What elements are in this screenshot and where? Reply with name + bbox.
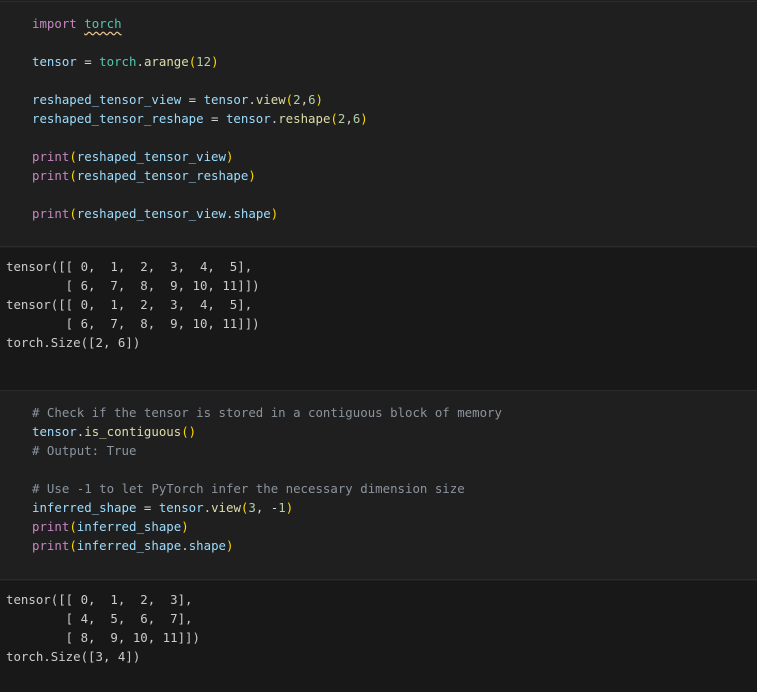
code-token: print <box>32 519 70 534</box>
code-token: import <box>32 16 77 31</box>
code-token: ) <box>211 54 219 69</box>
code-token: 1 <box>278 500 286 515</box>
code-token: = <box>76 54 100 69</box>
code-token: tensor <box>32 54 77 69</box>
code-token: ( <box>69 149 77 164</box>
code-token: . <box>181 538 189 553</box>
output-line: torch.Size([3, 4]) <box>6 649 141 664</box>
code-token: tensor <box>158 500 204 515</box>
code-line: print(inferred_shape) <box>32 517 189 536</box>
code-token: , <box>255 500 271 515</box>
code-token: print <box>32 168 70 183</box>
code-token: inferred_shape <box>32 500 137 515</box>
code-token: . <box>248 92 256 107</box>
code-token: print <box>32 206 70 221</box>
code-token: . <box>136 54 144 69</box>
code-token: print <box>32 538 70 553</box>
code-token: 2 <box>293 92 301 107</box>
code-token: # Check if the tensor is stored in a con… <box>32 405 502 420</box>
code-token: ) <box>360 111 368 126</box>
code-token: , <box>300 92 309 107</box>
code-token: ( <box>69 519 77 534</box>
code-token: ) <box>225 149 234 164</box>
output-line: [ 8, 9, 10, 11]]) <box>6 630 200 645</box>
output-cell-2: tensor([[ 0, 1, 2, 3], [ 4, 5, 6, 7], [ … <box>0 581 757 692</box>
code-token: is_contiguous <box>84 424 182 439</box>
output-line: tensor([[ 0, 1, 2, 3, 4, 5], <box>6 259 253 274</box>
code-token: view <box>211 500 241 515</box>
code-cell-2[interactable]: # Check if the tensor is stored in a con… <box>0 390 757 580</box>
code-token: ( <box>69 206 77 221</box>
code-token: ) <box>248 168 256 183</box>
code-line: reshaped_tensor_reshape = tensor.reshape… <box>32 109 368 128</box>
code-token: # Use -1 to let PyTorch infer the necess… <box>32 481 465 496</box>
code-token: , <box>345 111 353 126</box>
code-token: ) <box>181 519 189 534</box>
code-token: 6 <box>308 92 316 107</box>
code-line: print(reshaped_tensor_view.shape) <box>32 204 278 223</box>
code-token: reshaped_tensor_view <box>76 149 226 164</box>
code-line: # Output: True <box>32 441 136 460</box>
code-token: 12 <box>196 54 212 69</box>
code-line: print(reshaped_tensor_reshape) <box>32 166 256 185</box>
code-token: reshaped_tensor_view <box>32 92 182 107</box>
code-line: import torch <box>32 14 122 33</box>
code-line: # Use -1 to let PyTorch infer the necess… <box>32 479 465 498</box>
code-token: tensor <box>203 92 249 107</box>
code-token: view <box>255 92 286 107</box>
code-cell-1[interactable]: import torch tensor = torch.arange(12) r… <box>0 1 757 247</box>
code-token: = <box>181 92 204 107</box>
output-line: [ 4, 5, 6, 7], <box>6 611 193 626</box>
code-line: reshaped_tensor_view = tensor.view(2,6) <box>32 90 323 109</box>
code-line: tensor.is_contiguous() <box>32 422 196 441</box>
code-token: torch <box>99 54 137 69</box>
code-token: ) <box>285 500 294 515</box>
output-line: tensor([[ 0, 1, 2, 3, 4, 5], <box>6 297 253 312</box>
code-line: print(reshaped_tensor_view) <box>32 147 233 166</box>
code-token: tensor <box>32 424 77 439</box>
code-token: = <box>136 500 159 515</box>
code-token: () <box>181 424 197 439</box>
code-line: inferred_shape = tensor.view(3, -1) <box>32 498 293 517</box>
notebook-page: { "cells": [ { "type": "code", "lines": … <box>0 0 757 692</box>
code-token: ( <box>330 111 338 126</box>
code-line: tensor = torch.arange(12) <box>32 52 219 71</box>
code-token: ( <box>69 168 77 183</box>
output-line: [ 6, 7, 8, 9, 10, 11]]) <box>6 316 260 331</box>
code-token: . <box>203 500 212 515</box>
code-token: ) <box>270 206 279 221</box>
code-line: print(inferred_shape.shape) <box>32 536 233 555</box>
code-token: reshaped_tensor_reshape <box>76 168 249 183</box>
output-line: tensor([[ 0, 1, 2, 3], <box>6 592 193 607</box>
code-line: # Check if the tensor is stored in a con… <box>32 403 502 422</box>
code-token: print <box>32 149 70 164</box>
code-token: ) <box>315 92 324 107</box>
code-token: reshaped_tensor_view <box>76 206 226 221</box>
code-token: ) <box>226 538 234 553</box>
code-token: # Output: True <box>32 443 137 458</box>
code-token: arange <box>143 54 189 69</box>
code-token: tensor <box>225 111 271 126</box>
code-token: inferred_shape <box>76 538 182 553</box>
output-cell-1: tensor([[ 0, 1, 2, 3, 4, 5], [ 6, 7, 8, … <box>0 248 757 390</box>
code-token: = <box>203 111 226 126</box>
code-token: ( <box>69 538 77 553</box>
code-token: shape <box>188 538 226 553</box>
output-line: torch.Size([2, 6]) <box>6 335 141 350</box>
output-line: [ 6, 7, 8, 9, 10, 11]]) <box>6 278 260 293</box>
code-token: reshaped_tensor_reshape <box>32 111 204 126</box>
code-token: reshape <box>278 111 331 126</box>
code-token: shape <box>233 206 271 221</box>
code-token: inferred_shape <box>76 519 182 534</box>
code-token: 3 <box>248 500 256 515</box>
code-token: torch <box>84 16 122 31</box>
